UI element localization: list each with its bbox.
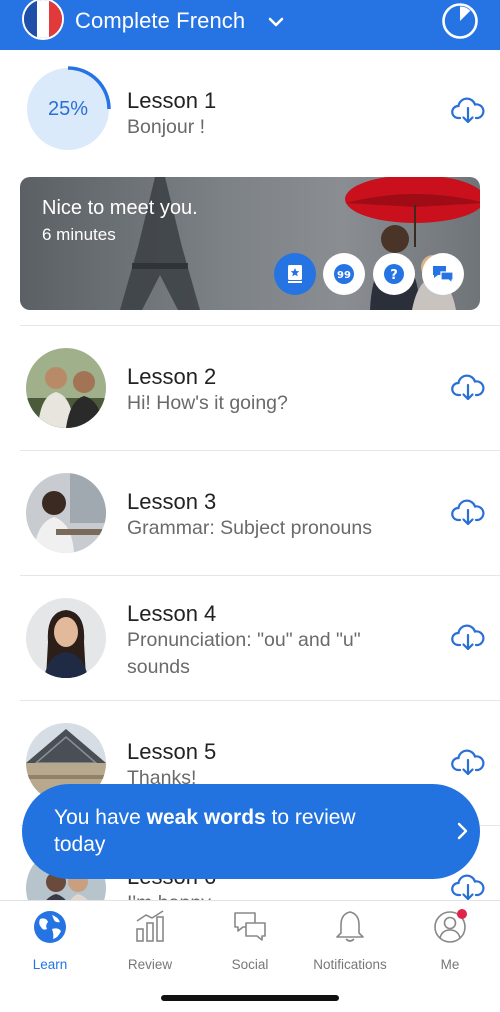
- chevron-right-icon: [457, 822, 468, 840]
- bell-icon: [336, 911, 364, 942]
- top-bar: Complete French: [0, 0, 500, 50]
- lesson-title: Lesson 4: [127, 601, 217, 626]
- lesson-subtitle: Grammar: Subject pronouns: [127, 517, 372, 539]
- daily-goal-timer-icon[interactable]: [441, 2, 479, 40]
- bar-chart-icon: [136, 910, 164, 942]
- lesson-progress-label: 25%: [47, 97, 89, 120]
- vocabulary-card-icon[interactable]: [274, 253, 316, 295]
- conversation-icon[interactable]: [422, 253, 464, 295]
- download-icon[interactable]: [451, 373, 485, 401]
- tab-learn[interactable]: Learn: [0, 909, 100, 973]
- lesson-row-1[interactable]: 25% Lesson 1 Bonjour !: [0, 50, 500, 177]
- tab-review[interactable]: Review: [100, 909, 200, 973]
- lesson-title: Lesson 5: [127, 739, 217, 764]
- lesson-subtitle: Pronunciation: "ou" and "u" sounds: [127, 629, 361, 678]
- lesson-row-4[interactable]: Lesson 4 Pronunciation: "ou" and "u" sou…: [0, 576, 500, 700]
- download-icon[interactable]: [451, 748, 485, 776]
- lesson-thumbnail: [26, 348, 106, 428]
- lesson-thumbnail: [26, 598, 106, 678]
- lesson-subtitle: I'm happy: [127, 890, 427, 900]
- chevron-down-icon[interactable]: [266, 12, 286, 32]
- course-title[interactable]: Complete French: [75, 8, 245, 34]
- lesson-thumbnail: [26, 473, 106, 553]
- lesson-title: Lesson 1: [127, 88, 217, 113]
- lesson-title: Lesson 3: [127, 489, 217, 514]
- lesson-subtitle: Hi! How's it going?: [127, 392, 288, 414]
- globe-icon: [34, 911, 66, 943]
- tab-me[interactable]: Me: [400, 909, 500, 973]
- home-indicator[interactable]: [161, 995, 339, 1001]
- lesson-row-3[interactable]: Lesson 3 Grammar: Subject pronouns: [0, 451, 500, 575]
- svg-text:99: 99: [337, 270, 351, 281]
- notification-badge: [457, 909, 467, 919]
- france-flag-icon[interactable]: [22, 0, 64, 40]
- quote-icon[interactable]: 99: [323, 253, 365, 295]
- question-icon[interactable]: ?: [373, 253, 415, 295]
- activity-title: Nice to meet you.: [42, 197, 198, 219]
- lesson-title: Lesson 2: [127, 364, 217, 389]
- download-icon[interactable]: [451, 96, 485, 124]
- tab-label: Learn: [32, 957, 68, 972]
- chat-bubbles-icon: [234, 912, 266, 941]
- download-icon[interactable]: [451, 623, 485, 651]
- tab-label: Notifications: [313, 957, 387, 972]
- weak-words-review-banner[interactable]: You have weak words to review today: [22, 784, 480, 879]
- tab-notifications[interactable]: Notifications: [300, 909, 400, 973]
- tab-label: Review: [127, 957, 173, 972]
- download-icon[interactable]: [451, 498, 485, 526]
- svg-text:?: ?: [390, 268, 398, 283]
- tab-label: Social: [231, 957, 269, 972]
- tab-social[interactable]: Social: [200, 909, 300, 973]
- tab-label: Me: [440, 957, 460, 972]
- lesson-subtitle: Bonjour !: [127, 116, 206, 138]
- activity-card[interactable]: Nice to meet you. 6 minutes 99 ?: [20, 177, 480, 310]
- banner-message: You have weak words to review today: [54, 806, 356, 856]
- download-icon[interactable]: [451, 873, 485, 900]
- profile-icon: [434, 909, 467, 943]
- lesson-row-2[interactable]: Lesson 2 Hi! How's it going?: [0, 326, 500, 450]
- lesson-list[interactable]: 25% Lesson 1 Bonjour ! Nice to meet you.…: [0, 50, 500, 900]
- activity-duration: 6 minutes: [42, 225, 116, 244]
